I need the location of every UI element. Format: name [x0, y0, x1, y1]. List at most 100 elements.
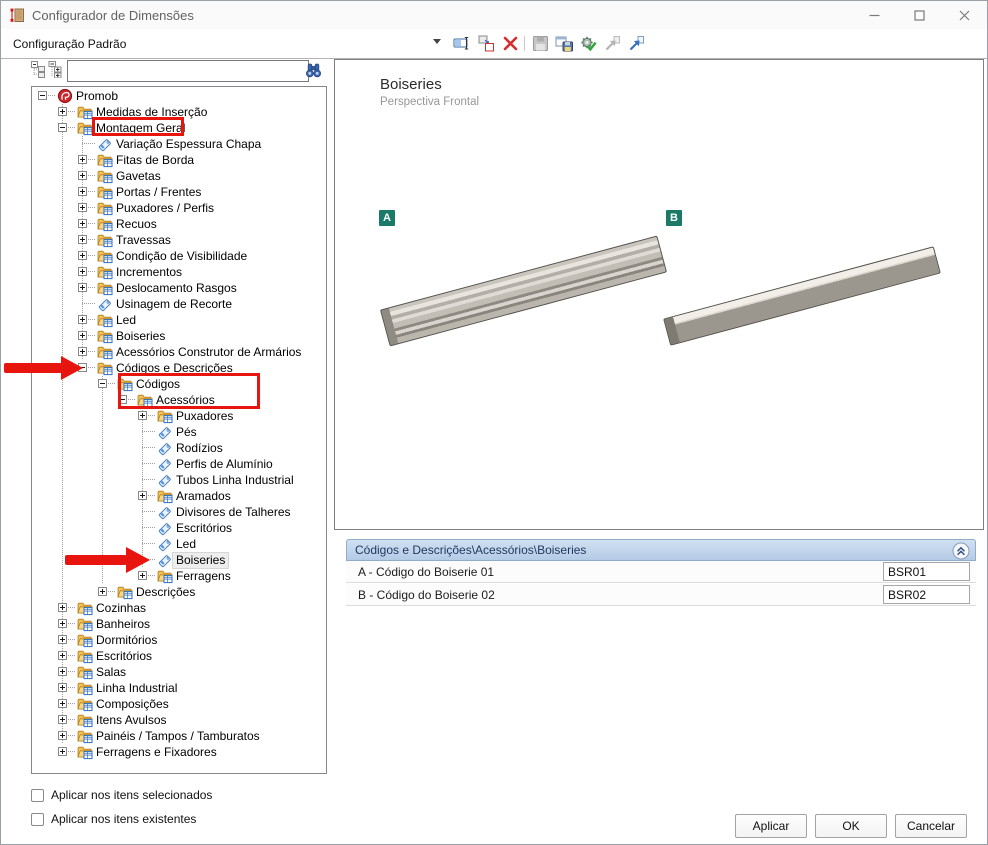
- expand-toggle-icon[interactable]: [58, 619, 67, 628]
- tree-item-escritorios[interactable]: Escritórios: [32, 520, 326, 536]
- tree-item-gavetas[interactable]: Gavetas: [32, 168, 326, 184]
- expand-toggle-icon[interactable]: [78, 187, 87, 196]
- save-config-as-icon[interactable]: [555, 34, 574, 53]
- export-config-icon[interactable]: [627, 34, 646, 53]
- tree-item-medidas-de-insercao[interactable]: Medidas de Inserção: [32, 104, 326, 120]
- tree-item-boiseries[interactable]: Boiseries: [32, 551, 326, 569]
- collapse-toggle-icon[interactable]: [38, 91, 47, 100]
- collapse-toggle-icon[interactable]: [98, 379, 107, 388]
- tree-item-paineis-tampos-tamburatos[interactable]: Painéis / Tampos / Tamburatos: [32, 728, 326, 744]
- expand-toggle-icon[interactable]: [58, 667, 67, 676]
- tree-item-puxadores-perfis[interactable]: Puxadores / Perfis: [32, 200, 326, 216]
- expand-toggle-icon[interactable]: [78, 251, 87, 260]
- apply-selected-items-checkbox[interactable]: [31, 788, 44, 802]
- expand-toggle-icon[interactable]: [78, 315, 87, 324]
- tree-item-aramados[interactable]: Aramados: [32, 488, 326, 504]
- collapse-toggle-icon[interactable]: [118, 395, 127, 404]
- delete-config-icon[interactable]: [501, 34, 520, 53]
- expand-toggle-icon[interactable]: [78, 219, 87, 228]
- tree-item-recuos[interactable]: Recuos: [32, 216, 326, 232]
- search-input[interactable]: [67, 60, 309, 82]
- expand-toggle-icon[interactable]: [78, 267, 87, 276]
- collapse-panel-icon[interactable]: [952, 542, 970, 560]
- minimize-button[interactable]: [852, 1, 897, 29]
- tree-item-escritorios[interactable]: Escritórios: [32, 648, 326, 664]
- tree-item-divisores-de-talheres[interactable]: Divisores de Talheres: [32, 504, 326, 520]
- expand-toggle-icon[interactable]: [58, 635, 67, 644]
- tree-item-travessas[interactable]: Travessas: [32, 232, 326, 248]
- expand-toggle-icon[interactable]: [58, 699, 67, 708]
- tree-item-condicao-de-visibilidade[interactable]: Condição de Visibilidade: [32, 248, 326, 264]
- close-button[interactable]: [942, 1, 987, 29]
- tree-item-itens-avulsos[interactable]: Itens Avulsos: [32, 712, 326, 728]
- expand-all-tree-icon[interactable]: [48, 61, 63, 78]
- expand-toggle-icon[interactable]: [58, 715, 67, 724]
- import-config-icon[interactable]: [603, 34, 622, 53]
- tree-item-boiseries[interactable]: Boiseries: [32, 328, 326, 344]
- tree-item-led[interactable]: Led: [32, 312, 326, 328]
- tree-item-pes[interactable]: Pés: [32, 424, 326, 440]
- expand-toggle-icon[interactable]: [138, 571, 147, 580]
- collapse-toggle-icon[interactable]: [58, 123, 67, 132]
- tree-item-descricoes[interactable]: Descrições: [32, 584, 326, 600]
- expand-toggle-icon[interactable]: [58, 651, 67, 660]
- duplicate-config-icon[interactable]: [477, 34, 496, 53]
- expand-toggle-icon[interactable]: [78, 155, 87, 164]
- tree-item-rodizios[interactable]: Rodízios: [32, 440, 326, 456]
- tree-item-banheiros[interactable]: Banheiros: [32, 616, 326, 632]
- expand-toggle-icon[interactable]: [138, 491, 147, 500]
- apply-selected-items-option[interactable]: Aplicar nos itens selecionados: [31, 788, 212, 802]
- expand-toggle-icon[interactable]: [58, 603, 67, 612]
- apply-existing-items-checkbox[interactable]: [31, 812, 44, 826]
- aplicar-button[interactable]: Aplicar: [735, 814, 807, 838]
- expand-toggle-icon[interactable]: [78, 203, 87, 212]
- tree-item-deslocamento-rasgos[interactable]: Deslocamento Rasgos: [32, 280, 326, 296]
- code-value-field[interactable]: BSR02: [883, 585, 970, 604]
- tree-item-dormitorios[interactable]: Dormitórios: [32, 632, 326, 648]
- rename-config-icon[interactable]: [453, 34, 472, 53]
- collapse-all-tree-icon[interactable]: [31, 61, 46, 78]
- codes-panel-header[interactable]: Códigos e Descrições\Acessórios\Boiserie…: [346, 539, 976, 561]
- expand-toggle-icon[interactable]: [98, 587, 107, 596]
- expand-toggle-icon[interactable]: [78, 171, 87, 180]
- tree-item-codigos[interactable]: Códigos: [32, 376, 326, 392]
- chevron-down-icon[interactable]: [433, 39, 441, 44]
- expand-toggle-icon[interactable]: [138, 411, 147, 420]
- tree-item-perfis-de-aluminio[interactable]: Perfis de Alumínio: [32, 456, 326, 472]
- tree-item-ferragens[interactable]: Ferragens: [32, 568, 326, 584]
- tree-item-fitas-de-borda[interactable]: Fitas de Borda: [32, 152, 326, 168]
- tree-item-portas-frentes[interactable]: Portas / Frentes: [32, 184, 326, 200]
- collapse-toggle-icon[interactable]: [78, 363, 87, 372]
- save-config-icon[interactable]: [531, 34, 550, 53]
- tree-item-cozinhas[interactable]: Cozinhas: [32, 600, 326, 616]
- tree-item-codigos-e-descricoes[interactable]: Códigos e Descrições: [32, 360, 326, 376]
- tree-item-montagem-geral[interactable]: Montagem Geral: [32, 120, 326, 136]
- tree-item-composicoes[interactable]: Composições: [32, 696, 326, 712]
- tree-item-acessorios[interactable]: Acessórios: [32, 392, 326, 408]
- configuration-selector[interactable]: Configuração Padrão: [13, 29, 126, 58]
- tree-item-incrementos[interactable]: Incrementos: [32, 264, 326, 280]
- tree-item-ferragens-e-fixadores[interactable]: Ferragens e Fixadores: [32, 744, 326, 760]
- tree-item-variacao-espessura-chapa[interactable]: Variação Espessura Chapa: [32, 136, 326, 152]
- apply-config-icon[interactable]: [579, 34, 598, 53]
- expand-toggle-icon[interactable]: [78, 235, 87, 244]
- apply-existing-items-option[interactable]: Aplicar nos itens existentes: [31, 812, 196, 826]
- tree-item-led[interactable]: Led: [32, 536, 326, 552]
- expand-toggle-icon[interactable]: [78, 331, 87, 340]
- tree-item-tubos-linha-industrial[interactable]: Tubos Linha Industrial: [32, 472, 326, 488]
- tree-item-linha-industrial[interactable]: Linha Industrial: [32, 680, 326, 696]
- expand-toggle-icon[interactable]: [58, 731, 67, 740]
- ok-button[interactable]: OK: [815, 814, 887, 838]
- tree-item-salas[interactable]: Salas: [32, 664, 326, 680]
- tree-item-acessorios-construtor-de-armarios[interactable]: Acessórios Construtor de Armários: [32, 344, 326, 360]
- tree-item-puxadores[interactable]: Puxadores: [32, 408, 326, 424]
- expand-toggle-icon[interactable]: [58, 107, 67, 116]
- expand-toggle-icon[interactable]: [58, 683, 67, 692]
- expand-toggle-icon[interactable]: [78, 283, 87, 292]
- code-value-field[interactable]: BSR01: [883, 562, 970, 581]
- expand-toggle-icon[interactable]: [78, 347, 87, 356]
- tree-item-promob[interactable]: Promob: [32, 88, 326, 104]
- cancelar-button[interactable]: Cancelar: [895, 814, 967, 838]
- maximize-button[interactable]: [897, 1, 942, 29]
- expand-toggle-icon[interactable]: [58, 747, 67, 756]
